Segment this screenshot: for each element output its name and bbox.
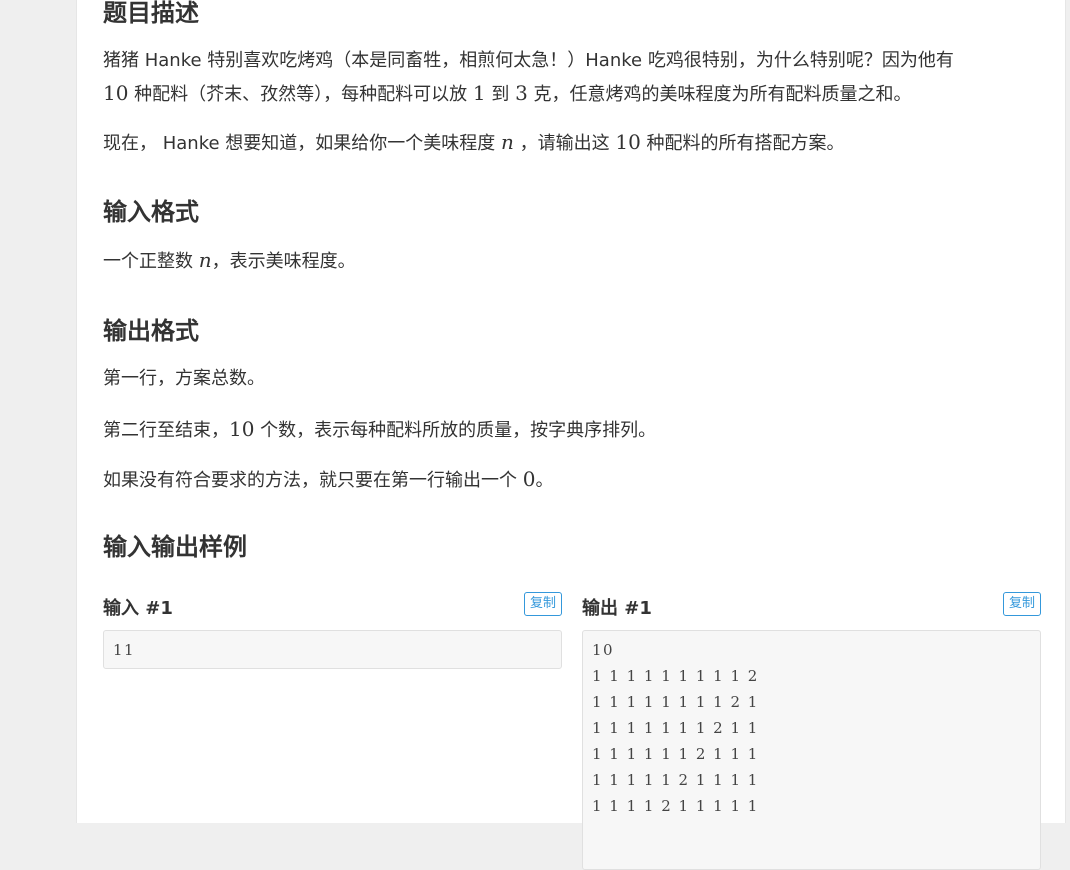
input-format-paragraph: 一个正整数 n，表示美味程度。: [103, 244, 356, 278]
copy-output-button[interactable]: 复制: [1002, 592, 1041, 616]
code-line: 11: [113, 641, 136, 659]
math-number: 10: [615, 130, 641, 154]
code-line: 1 1 1 1 1 1 1 1 2 1: [592, 693, 759, 711]
sample-output-title: 输出 #1: [582, 598, 652, 619]
description-paragraph-2: 现在， Hanke 想要知道，如果给你一个美味程度 n ，请输出这 10 种配料…: [103, 126, 845, 160]
code-line: 1 1 1 1 1 1 1 2 1 1: [592, 719, 759, 737]
problem-card: 题目描述 猪猪 Hanke 特别喜欢吃烤鸡（本是同畜牲，相煎何太急！）Hanke…: [76, 0, 1066, 870]
text: 种配料（芥末、孜然等），每种配料可以放: [128, 84, 473, 105]
text: 第二行至结束，: [103, 420, 229, 441]
sample-output-header: 输出 #1 复制: [582, 590, 1041, 622]
output-format-line-3: 如果没有符合要求的方法，就只要在第一行输出一个 0。: [103, 463, 553, 497]
sample-output-block: 输出 #1 复制 10 1 1 1 1 1 1 1 1 1 2 1 1 1 1 …: [582, 590, 1041, 870]
sample-output-code: 10 1 1 1 1 1 1 1 1 1 2 1 1 1 1 1 1 1 1 2…: [582, 630, 1041, 870]
text: 如果没有符合要求的方法，就只要在第一行输出一个: [103, 470, 523, 491]
code-line: 1 1 1 1 1 1 1 1 1 2: [592, 667, 759, 685]
output-format-title: 输出格式: [103, 317, 199, 345]
sample-input-block: 输入 #1 复制 11: [103, 590, 562, 669]
text: ，表示美味程度。: [211, 251, 356, 272]
sample-input-header: 输入 #1 复制: [103, 590, 562, 622]
description-title: 题目描述: [103, 0, 199, 27]
copy-input-button[interactable]: 复制: [523, 592, 562, 616]
text: 克，任意烤鸡的美味程度为所有配料质量之和。: [527, 84, 912, 105]
sample-input-title: 输入 #1: [103, 598, 173, 619]
text: 。: [535, 470, 554, 491]
text: ，请输出这: [513, 133, 616, 154]
math-variable: n: [501, 130, 514, 154]
math-number: 3: [515, 81, 528, 105]
output-format-line-1: 第一行，方案总数。: [103, 368, 265, 389]
text: 到: [485, 84, 516, 105]
math-number: 0: [522, 467, 536, 491]
math-number: 1: [472, 81, 486, 105]
text: 种配料的所有搭配方案。: [640, 133, 845, 154]
math-variable: n: [198, 248, 212, 272]
input-format-title: 输入格式: [103, 198, 199, 226]
code-line: 1 1 1 1 1 1 2 1 1 1: [592, 745, 759, 763]
code-line: 10: [592, 641, 615, 659]
math-number: 10: [103, 81, 129, 105]
text: 现在， Hanke 想要知道，如果给你一个美味程度: [103, 133, 501, 154]
text: 猪猪 Hanke 特别喜欢吃烤鸡（本是同畜牲，相煎何太急！）Hanke 吃鸡很特…: [103, 50, 954, 71]
text: 一个正整数: [103, 251, 199, 272]
sample-input-code: 11: [103, 630, 562, 669]
code-line: 1 1 1 1 2 1 1 1 1 1: [592, 797, 759, 815]
text: 个数，表示每种配料所放的质量，按字典序排列。: [254, 420, 657, 441]
math-number: 10: [229, 417, 255, 441]
samples-title: 输入输出样例: [103, 533, 247, 561]
description-paragraph-1: 猪猪 Hanke 特别喜欢吃烤鸡（本是同畜牲，相煎何太急！）Hanke 吃鸡很特…: [103, 45, 1043, 111]
code-line: 1 1 1 1 1 2 1 1 1 1: [592, 771, 759, 789]
output-format-line-2: 第二行至结束，10 个数，表示每种配料所放的质量，按字典序排列。: [103, 413, 656, 447]
